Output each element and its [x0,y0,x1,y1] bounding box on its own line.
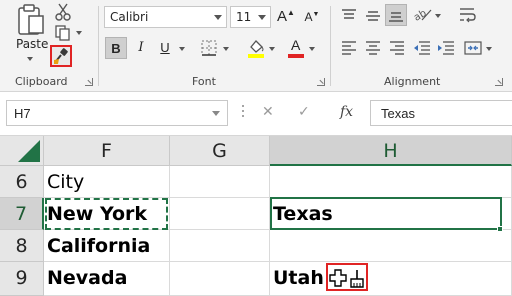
font-color-button[interactable]: A [287,37,305,59]
name-box[interactable]: H7 [6,100,228,126]
insert-function-button[interactable]: fx [340,104,353,120]
paste-icon [18,4,44,35]
grow-font-button[interactable]: A▲ [276,8,296,25]
fill-color-dropdown-icon[interactable] [269,47,275,51]
formula-bar-resize-handle[interactable] [241,102,245,124]
cell-g8[interactable] [170,230,270,262]
select-all-button[interactable] [0,136,44,166]
fill-handle[interactable] [497,226,503,232]
select-all-icon [18,140,40,162]
cancel-icon[interactable]: ✕ [262,103,274,120]
borders-icon[interactable] [201,40,217,56]
shrink-font-button[interactable]: A▼ [302,10,322,24]
align-left-icon[interactable] [341,40,357,56]
cell-h6[interactable] [270,166,512,198]
grow-font-letter: A [277,8,288,25]
clipboard-group: Paste Clipboard [0,0,98,92]
cut-icon[interactable] [55,3,71,21]
paste-label[interactable]: Paste [16,37,48,51]
increase-indent-icon[interactable] [437,40,455,56]
bold-button[interactable]: B [105,37,127,59]
font-launcher-icon[interactable] [317,78,325,86]
enter-icon[interactable]: ✓ [298,103,310,120]
column-header-g[interactable]: G [170,136,270,166]
alignment-group: ab Alignment [331,0,512,92]
align-right-icon[interactable] [389,40,405,56]
align-bottom-button[interactable] [385,4,407,26]
clipboard-group-label: Clipboard [15,75,68,88]
formula-bar: H7 ✕ ✓ fx Texas [0,92,512,136]
align-top-icon[interactable] [341,8,357,24]
underline-dropdown-icon[interactable] [179,47,185,51]
chevron-down-icon [214,15,222,20]
font-color-dropdown-icon[interactable] [309,47,315,51]
cell-h8[interactable] [270,230,512,262]
cell-f6[interactable]: City [44,166,170,198]
cell-f8[interactable]: California [44,230,170,262]
font-color-letter: A [291,37,301,53]
font-color-swatch [288,54,304,58]
ribbon: Paste Clipboard Calibri 11 A▲ A▼ B I U A… [0,0,512,92]
row-header-7[interactable]: 7 [0,198,44,230]
formula-input[interactable]: Texas [370,100,512,126]
wrap-text-icon[interactable] [459,7,477,23]
align-middle-icon[interactable] [365,8,381,24]
paste-dropdown-icon[interactable] [27,57,33,61]
copy-dropdown-icon[interactable] [76,31,82,35]
column-header-f[interactable]: F [44,136,170,166]
align-bottom-icon [389,12,403,22]
merge-center-icon[interactable] [464,40,482,56]
copy-icon[interactable] [54,24,72,42]
alignment-group-label: Alignment [384,75,441,88]
formula-value: Texas [381,106,415,121]
font-size-value: 11 [236,10,252,24]
chevron-down-icon [258,15,266,20]
chevron-down-icon [212,111,220,116]
cell-g9[interactable] [170,262,270,296]
font-group: Calibri 11 A▲ A▼ B I U A Font [99,0,329,92]
font-size-select[interactable]: 11 [230,6,271,28]
bold-letter: B [111,40,121,56]
cell-g7[interactable] [170,198,270,230]
fill-color-icon[interactable] [247,38,265,58]
cell-h7[interactable]: Texas [270,198,512,230]
worksheet-grid: F G H 6 City 7 New York Texas 8 Californ… [0,136,512,296]
cell-f7[interactable]: New York [44,198,170,230]
cell-f9[interactable]: Nevada [44,262,170,296]
alignment-launcher-icon[interactable] [495,78,503,86]
orientation-dropdown-icon[interactable] [435,14,441,18]
font-group-label: Font [192,75,216,88]
orientation-icon[interactable]: ab [413,6,433,22]
font-name-value: Calibri [110,10,149,24]
cell-h9[interactable]: Utah [270,262,512,296]
format-painter-cursor [326,263,368,291]
column-header-h[interactable]: H [270,136,512,166]
font-name-select[interactable]: Calibri [104,6,227,28]
format-painter-cursor-icon [329,269,364,288]
underline-button[interactable]: U [155,40,175,55]
format-painter-icon [54,48,68,64]
cell-g6[interactable] [170,166,270,198]
align-center-icon[interactable] [365,40,381,56]
shrink-font-letter: A [304,10,313,24]
row-header-8[interactable]: 8 [0,230,44,262]
format-painter-button[interactable] [50,45,72,67]
clipboard-launcher-icon[interactable] [85,78,93,86]
merge-dropdown-icon[interactable] [486,47,492,51]
row-header-6[interactable]: 6 [0,166,44,198]
row-header-9[interactable]: 9 [0,262,44,296]
borders-dropdown-icon[interactable] [223,47,229,51]
name-box-value: H7 [14,106,31,121]
decrease-indent-icon[interactable] [413,40,431,56]
italic-button[interactable]: I [131,40,151,55]
